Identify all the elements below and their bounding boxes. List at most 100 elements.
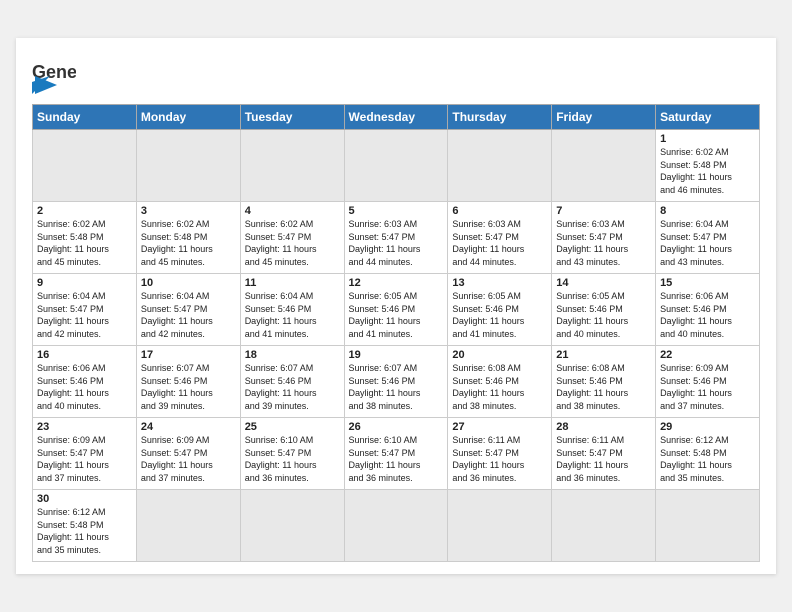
day-number: 23 xyxy=(37,421,132,433)
day-info: Sunrise: 6:08 AMSunset: 5:46 PMDaylight:… xyxy=(556,362,651,412)
calendar-week-row: 9Sunrise: 6:04 AMSunset: 5:47 PMDaylight… xyxy=(33,274,760,346)
day-info: Sunrise: 6:05 AMSunset: 5:46 PMDaylight:… xyxy=(556,290,651,340)
day-info: Sunrise: 6:06 AMSunset: 5:46 PMDaylight:… xyxy=(660,290,755,340)
day-info: Sunrise: 6:09 AMSunset: 5:46 PMDaylight:… xyxy=(660,362,755,412)
calendar-week-row: 2Sunrise: 6:02 AMSunset: 5:48 PMDaylight… xyxy=(33,202,760,274)
day-info: Sunrise: 6:04 AMSunset: 5:46 PMDaylight:… xyxy=(245,290,340,340)
day-info: Sunrise: 6:09 AMSunset: 5:47 PMDaylight:… xyxy=(37,434,132,484)
logo-arrow-icon xyxy=(35,76,57,94)
calendar-cell: 19Sunrise: 6:07 AMSunset: 5:46 PMDayligh… xyxy=(344,346,448,418)
header: General xyxy=(32,54,760,94)
calendar-cell: 29Sunrise: 6:12 AMSunset: 5:48 PMDayligh… xyxy=(656,418,760,490)
calendar-container: General SundayMondayTuesdayWednesdayThur… xyxy=(16,38,776,574)
weekday-header-sunday: Sunday xyxy=(33,105,137,130)
calendar-cell: 3Sunrise: 6:02 AMSunset: 5:48 PMDaylight… xyxy=(136,202,240,274)
day-info: Sunrise: 6:03 AMSunset: 5:47 PMDaylight:… xyxy=(349,218,444,268)
calendar-cell: 8Sunrise: 6:04 AMSunset: 5:47 PMDaylight… xyxy=(656,202,760,274)
calendar-cell xyxy=(240,490,344,562)
calendar-week-row: 30Sunrise: 6:12 AMSunset: 5:48 PMDayligh… xyxy=(33,490,760,562)
day-number: 19 xyxy=(349,349,444,361)
calendar-cell: 2Sunrise: 6:02 AMSunset: 5:48 PMDaylight… xyxy=(33,202,137,274)
day-info: Sunrise: 6:06 AMSunset: 5:46 PMDaylight:… xyxy=(37,362,132,412)
calendar-cell: 24Sunrise: 6:09 AMSunset: 5:47 PMDayligh… xyxy=(136,418,240,490)
day-number: 21 xyxy=(556,349,651,361)
day-number: 13 xyxy=(452,277,547,289)
calendar-cell: 30Sunrise: 6:12 AMSunset: 5:48 PMDayligh… xyxy=(33,490,137,562)
calendar-week-row: 1Sunrise: 6:02 AMSunset: 5:48 PMDaylight… xyxy=(33,130,760,202)
calendar-week-row: 16Sunrise: 6:06 AMSunset: 5:46 PMDayligh… xyxy=(33,346,760,418)
day-number: 24 xyxy=(141,421,236,433)
calendar-cell: 20Sunrise: 6:08 AMSunset: 5:46 PMDayligh… xyxy=(448,346,552,418)
day-number: 1 xyxy=(660,133,755,145)
calendar-cell: 27Sunrise: 6:11 AMSunset: 5:47 PMDayligh… xyxy=(448,418,552,490)
day-number: 4 xyxy=(245,205,340,217)
calendar-cell xyxy=(136,490,240,562)
calendar-cell: 11Sunrise: 6:04 AMSunset: 5:46 PMDayligh… xyxy=(240,274,344,346)
calendar-cell: 10Sunrise: 6:04 AMSunset: 5:47 PMDayligh… xyxy=(136,274,240,346)
calendar-cell xyxy=(448,130,552,202)
weekday-header-thursday: Thursday xyxy=(448,105,552,130)
day-number: 10 xyxy=(141,277,236,289)
day-number: 20 xyxy=(452,349,547,361)
day-number: 14 xyxy=(556,277,651,289)
calendar-cell: 22Sunrise: 6:09 AMSunset: 5:46 PMDayligh… xyxy=(656,346,760,418)
calendar-cell: 21Sunrise: 6:08 AMSunset: 5:46 PMDayligh… xyxy=(552,346,656,418)
day-number: 28 xyxy=(556,421,651,433)
day-number: 18 xyxy=(245,349,340,361)
day-info: Sunrise: 6:10 AMSunset: 5:47 PMDaylight:… xyxy=(349,434,444,484)
day-number: 5 xyxy=(349,205,444,217)
calendar-cell: 12Sunrise: 6:05 AMSunset: 5:46 PMDayligh… xyxy=(344,274,448,346)
day-info: Sunrise: 6:09 AMSunset: 5:47 PMDaylight:… xyxy=(141,434,236,484)
calendar-cell xyxy=(656,490,760,562)
calendar-cell: 5Sunrise: 6:03 AMSunset: 5:47 PMDaylight… xyxy=(344,202,448,274)
day-number: 29 xyxy=(660,421,755,433)
day-info: Sunrise: 6:03 AMSunset: 5:47 PMDaylight:… xyxy=(452,218,547,268)
day-info: Sunrise: 6:02 AMSunset: 5:48 PMDaylight:… xyxy=(37,218,132,268)
day-info: Sunrise: 6:04 AMSunset: 5:47 PMDaylight:… xyxy=(141,290,236,340)
day-info: Sunrise: 6:05 AMSunset: 5:46 PMDaylight:… xyxy=(452,290,547,340)
day-number: 30 xyxy=(37,493,132,505)
day-info: Sunrise: 6:12 AMSunset: 5:48 PMDaylight:… xyxy=(37,506,132,556)
day-number: 16 xyxy=(37,349,132,361)
calendar-cell: 18Sunrise: 6:07 AMSunset: 5:46 PMDayligh… xyxy=(240,346,344,418)
day-info: Sunrise: 6:12 AMSunset: 5:48 PMDaylight:… xyxy=(660,434,755,484)
day-info: Sunrise: 6:07 AMSunset: 5:46 PMDaylight:… xyxy=(245,362,340,412)
day-number: 11 xyxy=(245,277,340,289)
calendar-cell xyxy=(552,490,656,562)
calendar-cell: 23Sunrise: 6:09 AMSunset: 5:47 PMDayligh… xyxy=(33,418,137,490)
calendar-cell xyxy=(344,490,448,562)
weekday-header-wednesday: Wednesday xyxy=(344,105,448,130)
day-number: 22 xyxy=(660,349,755,361)
calendar-cell: 4Sunrise: 6:02 AMSunset: 5:47 PMDaylight… xyxy=(240,202,344,274)
day-number: 12 xyxy=(349,277,444,289)
day-info: Sunrise: 6:07 AMSunset: 5:46 PMDaylight:… xyxy=(349,362,444,412)
calendar-cell xyxy=(552,130,656,202)
day-info: Sunrise: 6:11 AMSunset: 5:47 PMDaylight:… xyxy=(452,434,547,484)
day-number: 6 xyxy=(452,205,547,217)
day-number: 2 xyxy=(37,205,132,217)
weekday-header-saturday: Saturday xyxy=(656,105,760,130)
weekday-header-friday: Friday xyxy=(552,105,656,130)
day-number: 7 xyxy=(556,205,651,217)
calendar-cell: 13Sunrise: 6:05 AMSunset: 5:46 PMDayligh… xyxy=(448,274,552,346)
day-info: Sunrise: 6:04 AMSunset: 5:47 PMDaylight:… xyxy=(660,218,755,268)
calendar-cell xyxy=(33,130,137,202)
calendar-cell: 28Sunrise: 6:11 AMSunset: 5:47 PMDayligh… xyxy=(552,418,656,490)
calendar-cell: 25Sunrise: 6:10 AMSunset: 5:47 PMDayligh… xyxy=(240,418,344,490)
day-number: 3 xyxy=(141,205,236,217)
day-info: Sunrise: 6:02 AMSunset: 5:47 PMDaylight:… xyxy=(245,218,340,268)
day-number: 25 xyxy=(245,421,340,433)
day-number: 27 xyxy=(452,421,547,433)
calendar-cell xyxy=(136,130,240,202)
day-info: Sunrise: 6:02 AMSunset: 5:48 PMDaylight:… xyxy=(660,146,755,196)
calendar-cell: 7Sunrise: 6:03 AMSunset: 5:47 PMDaylight… xyxy=(552,202,656,274)
weekday-header-monday: Monday xyxy=(136,105,240,130)
calendar-table: SundayMondayTuesdayWednesdayThursdayFrid… xyxy=(32,104,760,562)
calendar-cell: 1Sunrise: 6:02 AMSunset: 5:48 PMDaylight… xyxy=(656,130,760,202)
weekday-header-tuesday: Tuesday xyxy=(240,105,344,130)
day-number: 15 xyxy=(660,277,755,289)
weekday-header-row: SundayMondayTuesdayWednesdayThursdayFrid… xyxy=(33,105,760,130)
day-info: Sunrise: 6:08 AMSunset: 5:46 PMDaylight:… xyxy=(452,362,547,412)
day-number: 26 xyxy=(349,421,444,433)
day-info: Sunrise: 6:03 AMSunset: 5:47 PMDaylight:… xyxy=(556,218,651,268)
